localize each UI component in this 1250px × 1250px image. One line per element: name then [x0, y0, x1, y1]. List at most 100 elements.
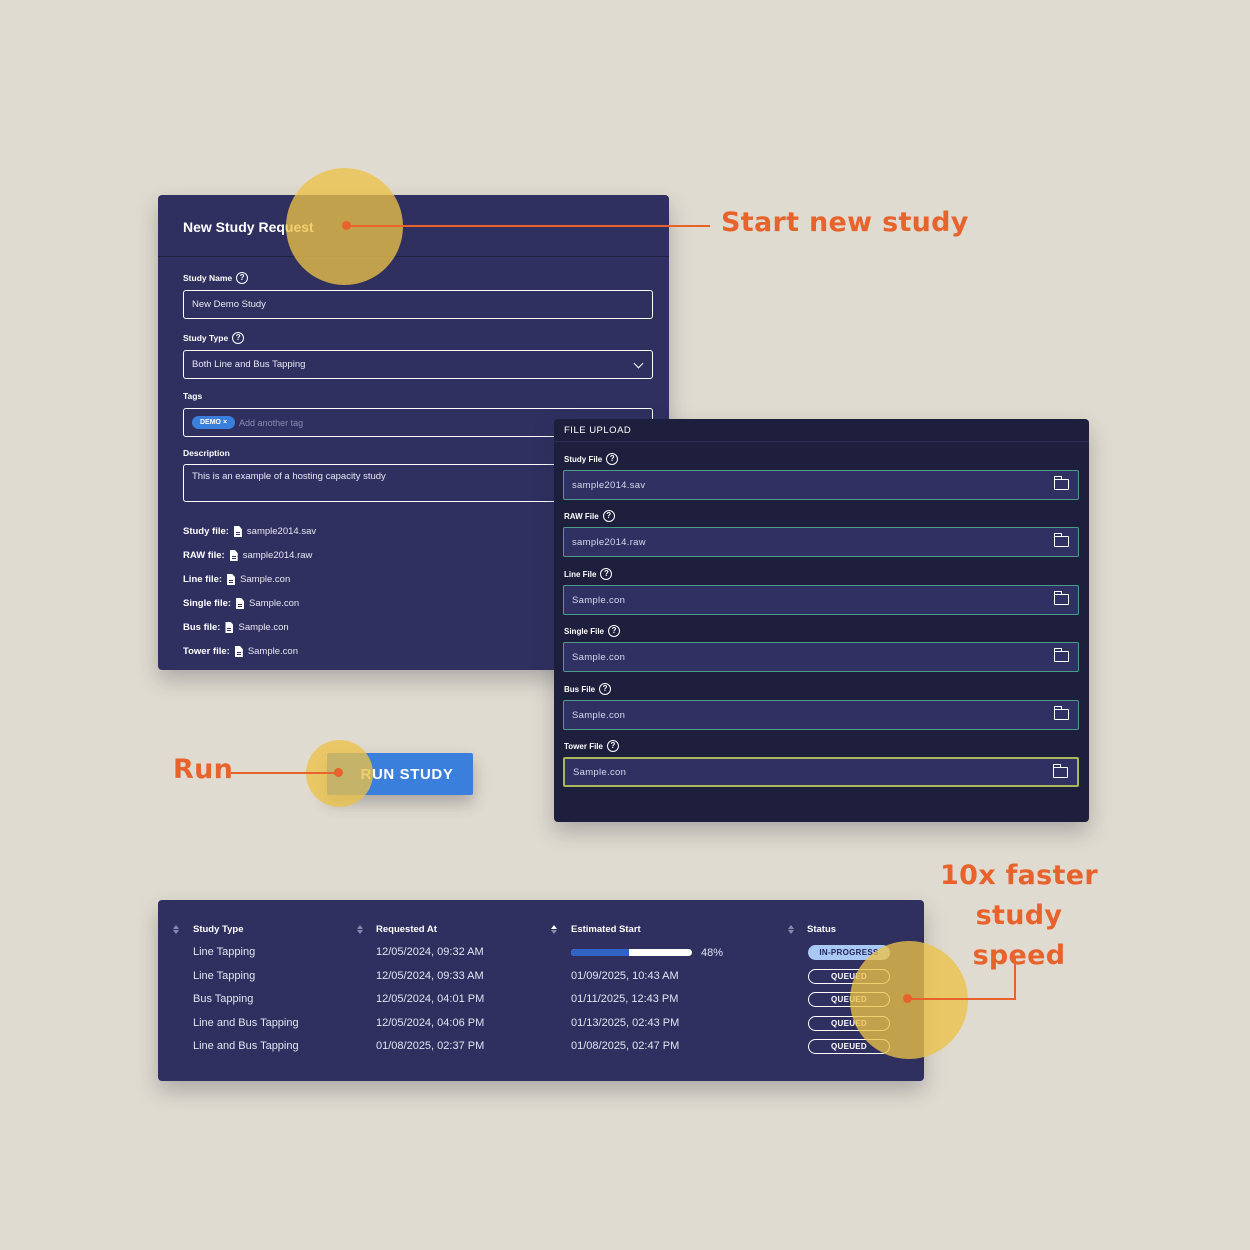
file-upload-panel: FILE UPLOAD Study File ? sample2014.sav … — [554, 419, 1089, 822]
cell-requested-at: 12/05/2024, 04:01 PM — [376, 993, 485, 1005]
callout-line — [346, 225, 710, 227]
title-divider — [158, 256, 669, 257]
cell-estimated-start: 01/13/2025, 02:43 PM — [571, 1017, 680, 1029]
study-file-label: Study File ? — [564, 453, 619, 465]
study-name-value: New Demo Study — [192, 299, 266, 310]
sort-icon[interactable] — [173, 925, 179, 935]
upload-value: Sample.con — [572, 594, 626, 606]
summary-line-file: Line file: Sample.con — [183, 574, 290, 585]
file-name: sample2014.sav — [246, 526, 317, 537]
help-icon[interactable]: ? — [606, 740, 619, 752]
file-name: Sample.con — [247, 646, 298, 657]
panel-title: New Study Request — [183, 219, 314, 235]
summary-tower-file: Tower file: Sample.con — [183, 646, 298, 657]
document-icon — [229, 550, 238, 561]
folder-icon[interactable] — [1053, 476, 1069, 490]
file-label: RAW file: — [183, 550, 225, 561]
help-icon[interactable]: ? — [232, 332, 245, 344]
cell-requested-at: 12/05/2024, 09:33 AM — [376, 970, 484, 982]
file-label: Study file: — [183, 526, 229, 537]
tag-placeholder: Add another tag — [239, 417, 304, 428]
folder-icon[interactable] — [1053, 648, 1069, 662]
progress-percent: 48% — [701, 947, 724, 959]
help-icon[interactable]: ? — [602, 510, 615, 522]
upload-label-text: Line File — [564, 569, 597, 579]
cell-estimated-start: 01/09/2025, 10:43 AM — [571, 970, 679, 982]
folder-icon[interactable] — [1053, 591, 1069, 605]
file-name: Sample.con — [238, 622, 289, 633]
progress-bar — [571, 949, 692, 956]
single-file-label: Single File ? — [564, 625, 621, 637]
file-name: Sample.con — [249, 598, 300, 609]
upload-value: sample2014.raw — [572, 536, 646, 548]
study-name-input[interactable]: New Demo Study — [183, 290, 653, 319]
file-name: Sample.con — [240, 574, 291, 585]
study-name-label-text: Study Name — [183, 273, 233, 283]
callout-speed: 10x faster study speed — [940, 856, 1098, 976]
help-icon[interactable]: ? — [608, 625, 621, 637]
cell-estimated-start: 01/08/2025, 02:47 PM — [571, 1040, 680, 1052]
callout-speed-line: study — [975, 900, 1063, 931]
cell-study-type: Bus Tapping — [193, 993, 254, 1005]
study-type-label: Study Type ? — [183, 332, 245, 344]
raw-file-input[interactable]: sample2014.raw — [563, 527, 1079, 557]
help-icon[interactable]: ? — [606, 453, 619, 465]
callout-line — [231, 772, 339, 774]
sort-icon[interactable] — [357, 925, 363, 935]
sort-icon[interactable] — [788, 925, 794, 935]
file-label: Single file: — [183, 598, 232, 609]
run-study-button[interactable]: RUN STUDY — [327, 753, 473, 795]
single-file-input[interactable]: Sample.con — [563, 642, 1079, 672]
progress-fill — [571, 949, 630, 956]
study-file-input[interactable]: sample2014.sav — [563, 470, 1079, 500]
cell-requested-at: 12/05/2024, 04:06 PM — [376, 1017, 485, 1029]
summary-bus-file: Bus file: Sample.con — [183, 622, 289, 633]
file-upload-heading: FILE UPLOAD — [564, 425, 632, 436]
column-header-requested-at[interactable]: Requested At — [376, 924, 437, 935]
bus-file-input[interactable]: Sample.con — [563, 700, 1079, 730]
help-icon[interactable]: ? — [600, 568, 613, 580]
status-badge: QUEUED — [808, 992, 890, 1007]
folder-icon[interactable] — [1052, 764, 1068, 778]
summary-single-file: Single file: Sample.con — [183, 598, 299, 609]
tower-file-input[interactable]: Sample.con — [563, 757, 1079, 787]
callout-speed-line: speed — [972, 940, 1066, 971]
upload-value: Sample.con — [572, 651, 626, 663]
callout-dot — [334, 768, 343, 777]
document-icon — [227, 574, 236, 585]
folder-icon[interactable] — [1053, 533, 1069, 547]
cell-study-type: Line Tapping — [193, 946, 256, 958]
help-icon[interactable]: ? — [236, 272, 249, 284]
callout-line — [908, 998, 1016, 1000]
file-label: Tower file: — [183, 646, 230, 657]
upload-value: Sample.con — [572, 709, 626, 721]
help-icon[interactable]: ? — [599, 683, 612, 695]
study-type-select[interactable]: Both Line and Bus Tapping — [183, 350, 653, 379]
bus-file-label: Bus File ? — [564, 683, 612, 695]
study-type-label-text: Study Type — [183, 333, 229, 343]
column-header-status[interactable]: Status — [807, 924, 836, 935]
tag-chip-demo[interactable]: DEMO × — [192, 416, 236, 429]
summary-study-file: Study file: sample2014.sav — [183, 526, 316, 537]
upload-value: sample2014.sav — [572, 479, 646, 491]
file-label: Bus file: — [183, 622, 221, 633]
status-badge: IN-PROGRESS — [808, 945, 890, 960]
upload-label-text: Study File — [564, 454, 603, 464]
upload-label-text: Bus File — [564, 684, 596, 694]
summary-raw-file: RAW file: sample2014.raw — [183, 550, 312, 561]
folder-icon[interactable] — [1053, 706, 1069, 720]
upload-label-text: Tower File — [564, 741, 603, 751]
document-icon — [225, 622, 234, 633]
status-badge: QUEUED — [808, 1039, 890, 1054]
column-header-study-type[interactable]: Study Type — [193, 924, 244, 935]
status-badge: QUEUED — [808, 1016, 890, 1031]
study-queue-table: Study Type Requested At Estimated Start … — [158, 900, 924, 1081]
file-label: Line file: — [183, 574, 223, 585]
document-icon — [236, 598, 245, 609]
upload-value: Sample.con — [573, 766, 627, 778]
line-file-input[interactable]: Sample.con — [563, 585, 1079, 615]
column-header-estimated-start[interactable]: Estimated Start — [571, 924, 641, 935]
cell-estimated-start: 01/11/2025, 12:43 PM — [571, 993, 679, 1005]
document-icon — [234, 646, 243, 657]
sort-icon[interactable] — [551, 925, 557, 935]
